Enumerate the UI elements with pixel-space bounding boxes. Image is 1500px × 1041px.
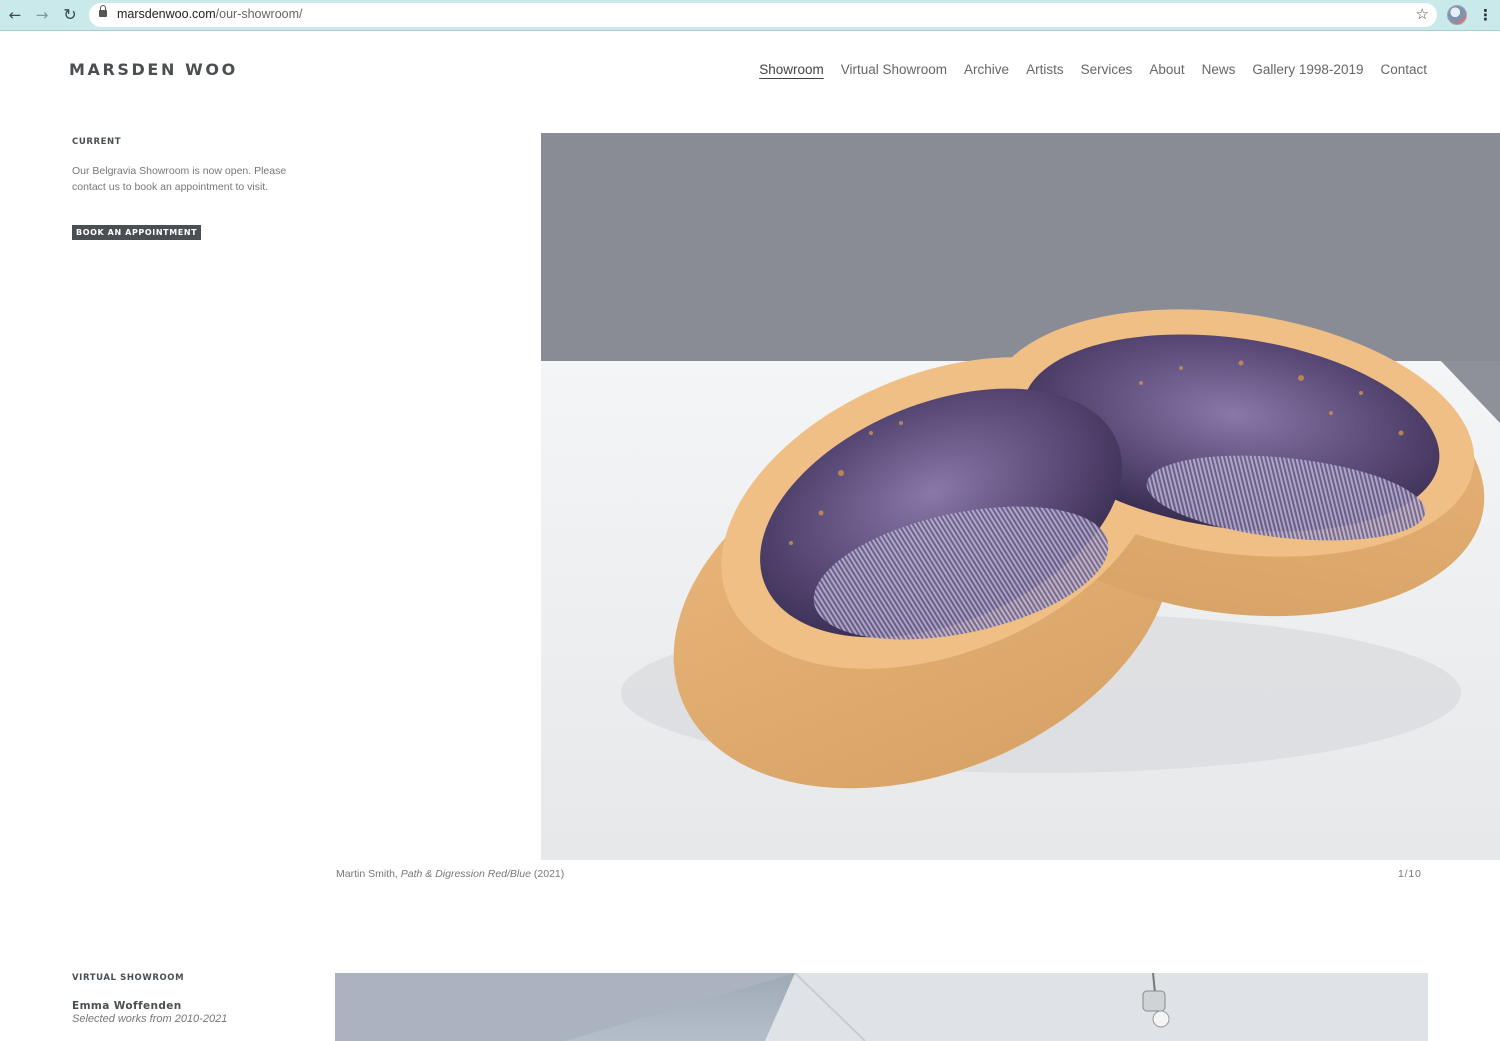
ceramic-vessel-illustration [541,133,1500,860]
hero-artwork-image[interactable] [541,133,1500,860]
reload-icon[interactable]: ↻ [61,6,79,24]
book-appointment-button[interactable]: BOOK AN APPOINTMENT [72,225,202,240]
nav-news[interactable]: News [1202,62,1236,77]
url-text[interactable]: marsdenwoo.com/our-showroom/ [117,7,303,21]
browser-toolbar: ← → ↻ marsdenwoo.com/our-showroom/ ☆ ⋮ [0,0,1500,31]
caption-artist: Martin Smith, [336,868,398,880]
gallery-interior-illustration [335,973,1428,1041]
nav-archive[interactable]: Archive [964,62,1009,77]
nav-services[interactable]: Services [1081,62,1133,77]
nav-contact[interactable]: Contact [1380,62,1427,77]
virtual-showroom-artist[interactable]: Emma Woffenden [72,1000,182,1012]
forward-arrow-icon[interactable]: → [33,6,51,24]
virtual-showroom-image[interactable] [335,973,1428,1041]
virtual-showroom-subtitle: Selected works from 2010-2021 [72,1013,228,1025]
current-section-text: Our Belgravia Showroom is now open. Plea… [72,165,287,193]
current-section-label: CURRENT [72,137,122,147]
nav-showroom[interactable]: Showroom [759,62,824,77]
nav-artists[interactable]: Artists [1026,62,1064,77]
site-logo[interactable]: MARSDEN WOO [69,60,238,79]
nav-gallery-1998-2019[interactable]: Gallery 1998-2019 [1252,62,1363,77]
nav-virtual-showroom[interactable]: Virtual Showroom [841,62,947,77]
slide-counter: 1/10 [1398,868,1422,880]
main-navigation: Showroom Virtual Showroom Archive Artist… [759,62,1427,77]
back-arrow-icon[interactable]: ← [6,6,24,24]
nav-about[interactable]: About [1149,62,1184,77]
caption-title: Path & Digression Red/Blue [400,868,531,880]
caption-year: (2021) [533,868,565,880]
more-menu-icon[interactable]: ⋮ [1478,5,1493,25]
address-bar[interactable]: marsdenwoo.com/our-showroom/ ☆ [89,3,1437,27]
virtual-showroom-label: VIRTUAL SHOWROOM [72,973,185,983]
profile-avatar[interactable] [1447,5,1467,25]
bookmark-star-icon[interactable]: ☆ [1416,5,1429,23]
lock-icon[interactable] [99,5,107,19]
artwork-caption: Martin Smith, Path & Digression Red/Blue… [336,868,564,880]
